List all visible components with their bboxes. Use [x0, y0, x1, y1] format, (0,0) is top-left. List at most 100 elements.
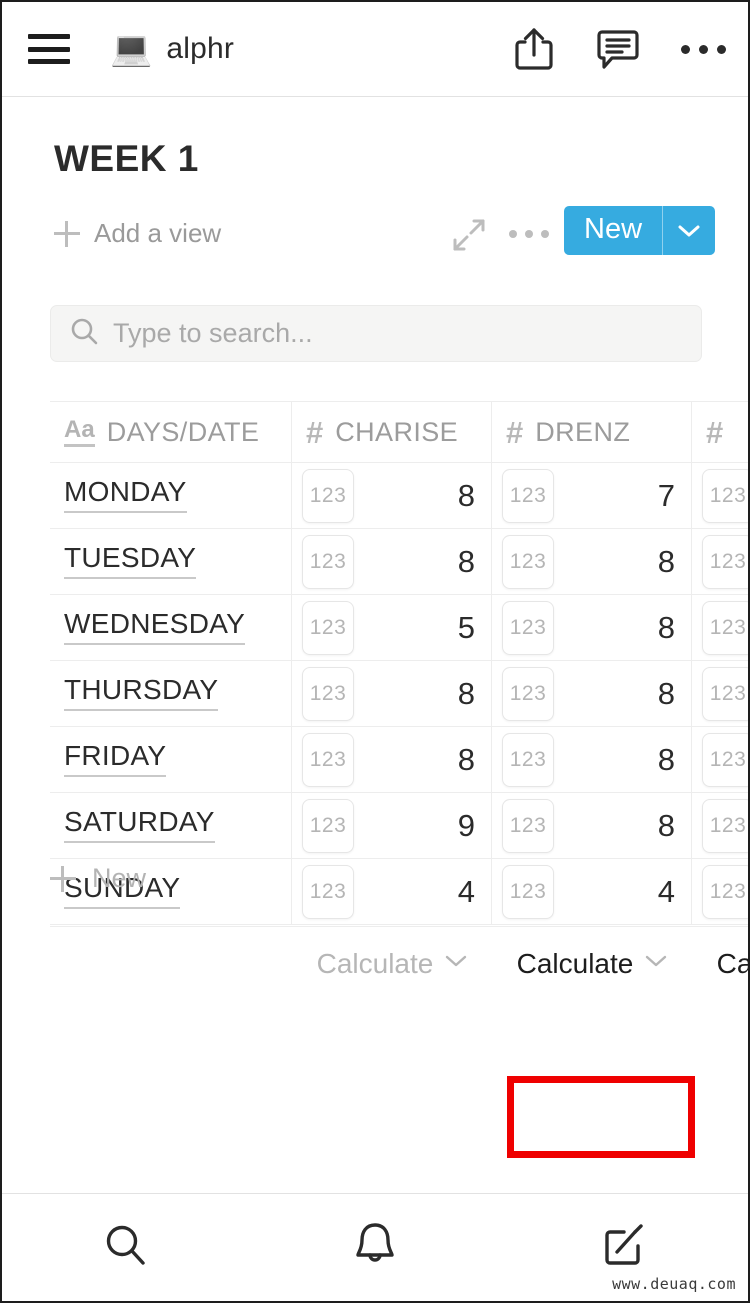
nav-search-button[interactable]: [2, 1222, 251, 1273]
cell-value: 8: [657, 609, 675, 645]
badge-label: 123: [509, 549, 547, 573]
col4-cell[interactable]: 123: [692, 793, 748, 858]
col4-cell[interactable]: 123: [692, 661, 748, 726]
number-badge: 123: [702, 468, 748, 523]
chevron-down-icon: [445, 954, 467, 973]
drenz-cell[interactable]: 123 4: [492, 859, 692, 924]
col4-cell[interactable]: 123: [692, 859, 748, 924]
day-cell[interactable]: SATURDAY: [50, 793, 292, 858]
col4-cell[interactable]: 123: [692, 727, 748, 792]
comment-icon[interactable]: [595, 27, 641, 71]
cell-value: 8: [657, 543, 675, 579]
badge-label: 123: [709, 879, 747, 903]
charise-cell[interactable]: 123 9: [292, 793, 492, 858]
calculate-cell-days[interactable]: [50, 927, 292, 1000]
hamburger-line: [28, 59, 70, 64]
charise-cell[interactable]: 123 8: [292, 529, 492, 594]
day-cell[interactable]: THURSDAY: [50, 661, 292, 726]
number-type-icon: #: [306, 414, 324, 450]
table-row[interactable]: TUESDAY 123 8 123 8 123: [50, 529, 748, 595]
charise-cell[interactable]: 123 8: [292, 463, 492, 528]
badge-label: 123: [309, 483, 347, 507]
nav-compose-button[interactable]: [499, 1222, 748, 1273]
column-header-label: DRENZ: [535, 416, 631, 447]
view-more-ellipsis-icon[interactable]: [509, 230, 549, 238]
ellipsis-icon[interactable]: [681, 44, 726, 54]
col4-cell[interactable]: 123: [692, 463, 748, 528]
day-cell[interactable]: MONDAY: [50, 463, 292, 528]
charise-cell[interactable]: 123 5: [292, 595, 492, 660]
cell-value: 4: [657, 873, 675, 909]
drenz-cell[interactable]: 123 8: [492, 595, 692, 660]
calculate-cell-highlighted[interactable]: Calculate: [692, 927, 750, 1000]
column-header-drenz[interactable]: # DRENZ: [492, 402, 692, 462]
day-cell[interactable]: FRIDAY: [50, 727, 292, 792]
table-row[interactable]: FRIDAY 123 8 123 8 123: [50, 727, 748, 793]
badge-label: 123: [509, 615, 547, 639]
calculate-label: Calculate: [716, 947, 750, 979]
drenz-cell[interactable]: 123 7: [492, 463, 692, 528]
column-header-days-date[interactable]: Aa DAYS/DATE: [50, 402, 292, 462]
drenz-cell[interactable]: 123 8: [492, 529, 692, 594]
column-header-4[interactable]: #: [692, 402, 748, 462]
table-header-row: Aa DAYS/DATE # CHARISE # DRENZ #: [50, 401, 748, 463]
view-toolbar: Add a view New: [54, 206, 716, 264]
app-title: alphr: [166, 32, 235, 65]
nav-notifications-button[interactable]: [251, 1221, 500, 1274]
table-row[interactable]: SATURDAY 123 9 123 8 123: [50, 793, 748, 859]
cell-value: 8: [457, 543, 475, 579]
number-badge: 123: [302, 600, 354, 655]
drenz-cell[interactable]: 123 8: [492, 661, 692, 726]
table-row[interactable]: WEDNESDAY 123 5 123 8 123: [50, 595, 748, 661]
col4-cell[interactable]: 123: [692, 529, 748, 594]
badge-label: 123: [509, 879, 547, 903]
cell-value: 8: [457, 741, 475, 777]
charise-cell[interactable]: 123 4: [292, 859, 492, 924]
drenz-cell[interactable]: 123 8: [492, 727, 692, 792]
number-badge: 123: [702, 600, 748, 655]
calculate-cell-drenz[interactable]: Calculate: [492, 927, 692, 1000]
day-cell[interactable]: TUESDAY: [50, 529, 292, 594]
table-row[interactable]: MONDAY 123 8 123 7 123: [50, 463, 748, 529]
calculate-label: Calculate: [516, 947, 634, 979]
new-button[interactable]: New: [564, 206, 716, 255]
add-new-row-button[interactable]: New: [50, 863, 146, 894]
badge-label: 123: [709, 747, 747, 771]
badge-label: 123: [309, 681, 347, 705]
number-badge: 123: [302, 468, 354, 523]
share-icon[interactable]: [513, 26, 555, 72]
chevron-down-icon: [645, 954, 667, 973]
number-badge: 123: [502, 468, 554, 523]
badge-label: 123: [309, 747, 347, 771]
calculate-cell-charise[interactable]: Calculate: [292, 927, 492, 1000]
drenz-cell[interactable]: 123 8: [492, 793, 692, 858]
search-input[interactable]: Type to search...: [50, 305, 702, 362]
hamburger-menu-icon[interactable]: [28, 34, 70, 64]
table-row[interactable]: THURSDAY 123 8 123 8 123: [50, 661, 748, 727]
dot: [699, 44, 708, 54]
badge-label: 123: [509, 681, 547, 705]
number-badge: 123: [702, 732, 748, 787]
charise-cell[interactable]: 123 8: [292, 727, 492, 792]
number-type-icon: #: [706, 414, 724, 450]
table-row[interactable]: SUNDAY 123 4 123 4 123: [50, 859, 748, 925]
badge-label: 123: [709, 681, 747, 705]
data-table: Aa DAYS/DATE # CHARISE # DRENZ # MONDAY …: [50, 401, 748, 925]
day-label: TUESDAY: [64, 544, 197, 579]
expand-arrows-icon[interactable]: [452, 218, 486, 257]
search-icon: [103, 1222, 149, 1273]
column-header-charise[interactable]: # CHARISE: [292, 402, 492, 462]
number-badge: 123: [302, 798, 354, 853]
col4-cell[interactable]: 123: [692, 595, 748, 660]
number-badge: 123: [302, 666, 354, 721]
charise-cell[interactable]: 123 8: [292, 661, 492, 726]
add-view-button[interactable]: Add a view: [54, 218, 221, 249]
number-badge: 123: [502, 732, 554, 787]
bell-icon: [353, 1221, 397, 1274]
number-badge: 123: [702, 666, 748, 721]
add-new-row-label: New: [92, 863, 147, 893]
day-cell[interactable]: WEDNESDAY: [50, 595, 292, 660]
main-content: WEEK 1 Add a view New Type to search... …: [2, 98, 748, 1192]
chevron-down-icon[interactable]: [663, 206, 715, 255]
new-button-label: New: [584, 213, 643, 245]
